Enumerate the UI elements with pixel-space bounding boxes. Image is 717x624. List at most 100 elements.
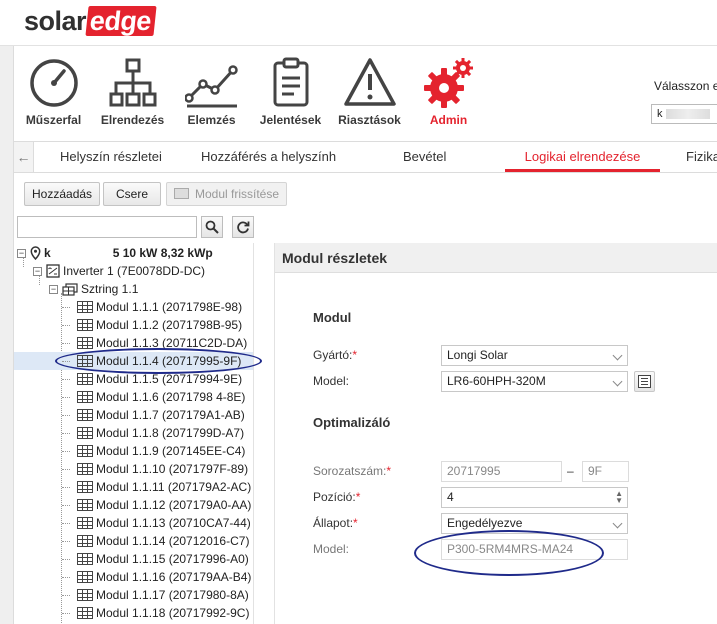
manufacturer-select[interactable]: Longi Solar (441, 345, 628, 366)
details-title: Modul részletek (275, 243, 717, 273)
solar-panel-icon (77, 319, 93, 331)
model-datasheet-button[interactable] (634, 371, 655, 392)
solar-panel-icon (77, 571, 93, 583)
tree-node-module[interactable]: Modul 1.1.6 (2071798 4-8E) (62, 388, 245, 406)
tree-guide (62, 487, 70, 488)
nav-alerts[interactable]: Riasztások (330, 56, 409, 132)
gauge-icon (29, 59, 78, 107)
tree-guide (62, 397, 70, 398)
nav-admin[interactable]: Admin (409, 56, 488, 132)
site-name-suffix: 5 10 kW 8,32 kWp (112, 246, 213, 260)
solar-panel-icon (77, 373, 93, 385)
status-label-text: Állapot: (313, 516, 354, 530)
tree-search-input[interactable] (17, 216, 197, 238)
serial-part2-field[interactable]: 9F (582, 461, 629, 482)
tree-guide (62, 307, 70, 308)
module-icon (174, 188, 189, 199)
clipboard-icon (273, 57, 308, 107)
position-stepper[interactable]: 4 ▲ ▼ (441, 487, 628, 508)
nav-layout[interactable]: Elrendezés (93, 56, 172, 132)
tab-revenue[interactable]: Bevétel (403, 142, 446, 172)
replace-button[interactable]: Csere (103, 182, 161, 206)
tree-node-module[interactable]: Modul 1.1.14 (20712016-C7) (62, 532, 249, 550)
solar-panel-icon (77, 607, 93, 619)
search-icon (205, 220, 219, 234)
tree-guide (62, 559, 70, 560)
nav-analysis-label: Elemzés (187, 113, 236, 127)
tree-node-module[interactable]: Modul 1.1.3 (20711C2D-DA) (62, 334, 247, 352)
tab-site-details[interactable]: Helyszín részletei (60, 142, 162, 172)
tree-node-module[interactable]: Modul 1.1.7 (207179A1-AB) (62, 406, 245, 424)
nav-reports[interactable]: Jelentések (251, 56, 330, 132)
tab-physical[interactable]: Fizika (686, 142, 717, 172)
site-select[interactable]: k (651, 104, 717, 124)
serial-part1-field[interactable]: 20717995 (441, 461, 562, 482)
model-select[interactable]: LR6-60HPH-320M (441, 371, 628, 392)
serial-label: Sorozatszám:* (313, 464, 391, 478)
nav-layout-label: Elrendezés (100, 113, 165, 127)
manufacturer-label: Gyártó:* (313, 348, 357, 362)
solar-panel-icon (77, 499, 93, 511)
module-label: Modul 1.1.15 (20717996-A0) (96, 552, 249, 566)
tree-node-module[interactable]: Modul 1.1.13 (20710CA7-44) (62, 514, 251, 532)
string-label: Sztring 1.1 (81, 282, 139, 296)
stepper-arrows-icon[interactable]: ▲ ▼ (615, 490, 623, 505)
tree-node-module[interactable]: Modul 1.1.17 (20717980-8A) (62, 586, 249, 604)
site-select-prompt: Válasszon e (654, 79, 717, 93)
chevron-down-icon (612, 350, 623, 361)
arrow-left-icon: ← (16, 149, 31, 165)
serial-label-text: Sorozatszám: (313, 464, 387, 478)
tree-node-inverter[interactable]: − Inverter 1 (7E0078DD-DC) (33, 262, 205, 280)
tree-node-module[interactable]: Modul 1.1.15 (20717996-A0) (62, 550, 249, 568)
tree-node-module[interactable]: Modul 1.1.5 (20717994-9E) (62, 370, 243, 388)
refresh-module-button[interactable]: Modul frissítése (166, 182, 288, 206)
status-value: Engedélyezve (447, 516, 523, 530)
tree-node-module[interactable]: Modul 1.1.11 (207179A2-AC) (62, 478, 251, 496)
warning-triangle-icon (343, 58, 396, 106)
tree-node-module[interactable]: Modul 1.1.10 (2071797F-89) (62, 460, 248, 478)
optimizer-section-title: Optimalizáló (313, 415, 391, 430)
site-select-value: k (657, 108, 663, 120)
tree-node-module[interactable]: Modul 1.1.8 (2071799D-A7) (62, 424, 244, 442)
solar-panel-icon (77, 589, 93, 601)
status-label: Állapot:* (313, 516, 358, 530)
module-label: Modul 1.1.5 (20717994-9E) (96, 372, 243, 386)
search-button[interactable] (201, 216, 223, 238)
tree-node-module[interactable]: Modul 1.1.4 (20717995-9F) (14, 352, 253, 370)
string-icon (62, 282, 78, 296)
inverter-label: Inverter 1 (7E0078DD-DC) (63, 264, 206, 278)
nav-analysis[interactable]: Elemzés (172, 56, 251, 132)
tree-node-module[interactable]: Modul 1.1.16 (207179AA-B4) (62, 568, 251, 586)
tree-node-module[interactable]: Modul 1.1.9 (207145EE-C4) (62, 442, 245, 460)
position-label: Pozíció:* (313, 490, 360, 504)
tree-node-module[interactable]: Modul 1.1.2 (2071798B-95) (62, 316, 242, 334)
tree-guide (62, 325, 70, 326)
solar-panel-icon (77, 391, 93, 403)
tab-site-access[interactable]: Hozzáférés a helyszính (201, 142, 336, 172)
tree-node-site[interactable]: − k 5 10 kW 8,32 kWp (17, 244, 213, 262)
tab-bar: ← Helyszín részletei Hozzáférés a helysz… (14, 141, 717, 173)
layout-tree-icon (109, 58, 156, 107)
tree-guide (62, 523, 70, 524)
add-button[interactable]: Hozzáadás (24, 182, 101, 206)
solar-panel-icon (77, 445, 93, 457)
redacted-text (665, 109, 710, 120)
tree-node-string[interactable]: − Sztring 1.1 (49, 280, 138, 298)
required-mark: * (353, 516, 358, 530)
tree-node-module[interactable]: Modul 1.1.1 (2071798E-98) (62, 298, 242, 316)
tab-scroll-left-button[interactable]: ← (14, 142, 34, 172)
nav-dashboard[interactable]: Műszerfal (14, 56, 93, 132)
tree-node-module[interactable]: Modul 1.1.18 (20717992-9C) (62, 604, 249, 622)
tree-guide (62, 379, 70, 380)
solaredge-logo[interactable]: solar edge (24, 5, 157, 37)
status-select[interactable]: Engedélyezve (441, 513, 628, 534)
position-value: 4 (447, 490, 454, 504)
site-name-prefix: k (44, 246, 51, 260)
refresh-button[interactable] (232, 216, 254, 238)
solar-panel-icon (77, 535, 93, 547)
solar-panel-icon (77, 337, 93, 349)
tab-logical-layout[interactable]: Logikai elrendezése (505, 142, 660, 172)
tree-node-module[interactable]: Modul 1.1.12 (207179A0-AA) (62, 496, 251, 514)
solar-panel-icon (77, 553, 93, 565)
position-label-text: Pozíció: (313, 490, 356, 504)
